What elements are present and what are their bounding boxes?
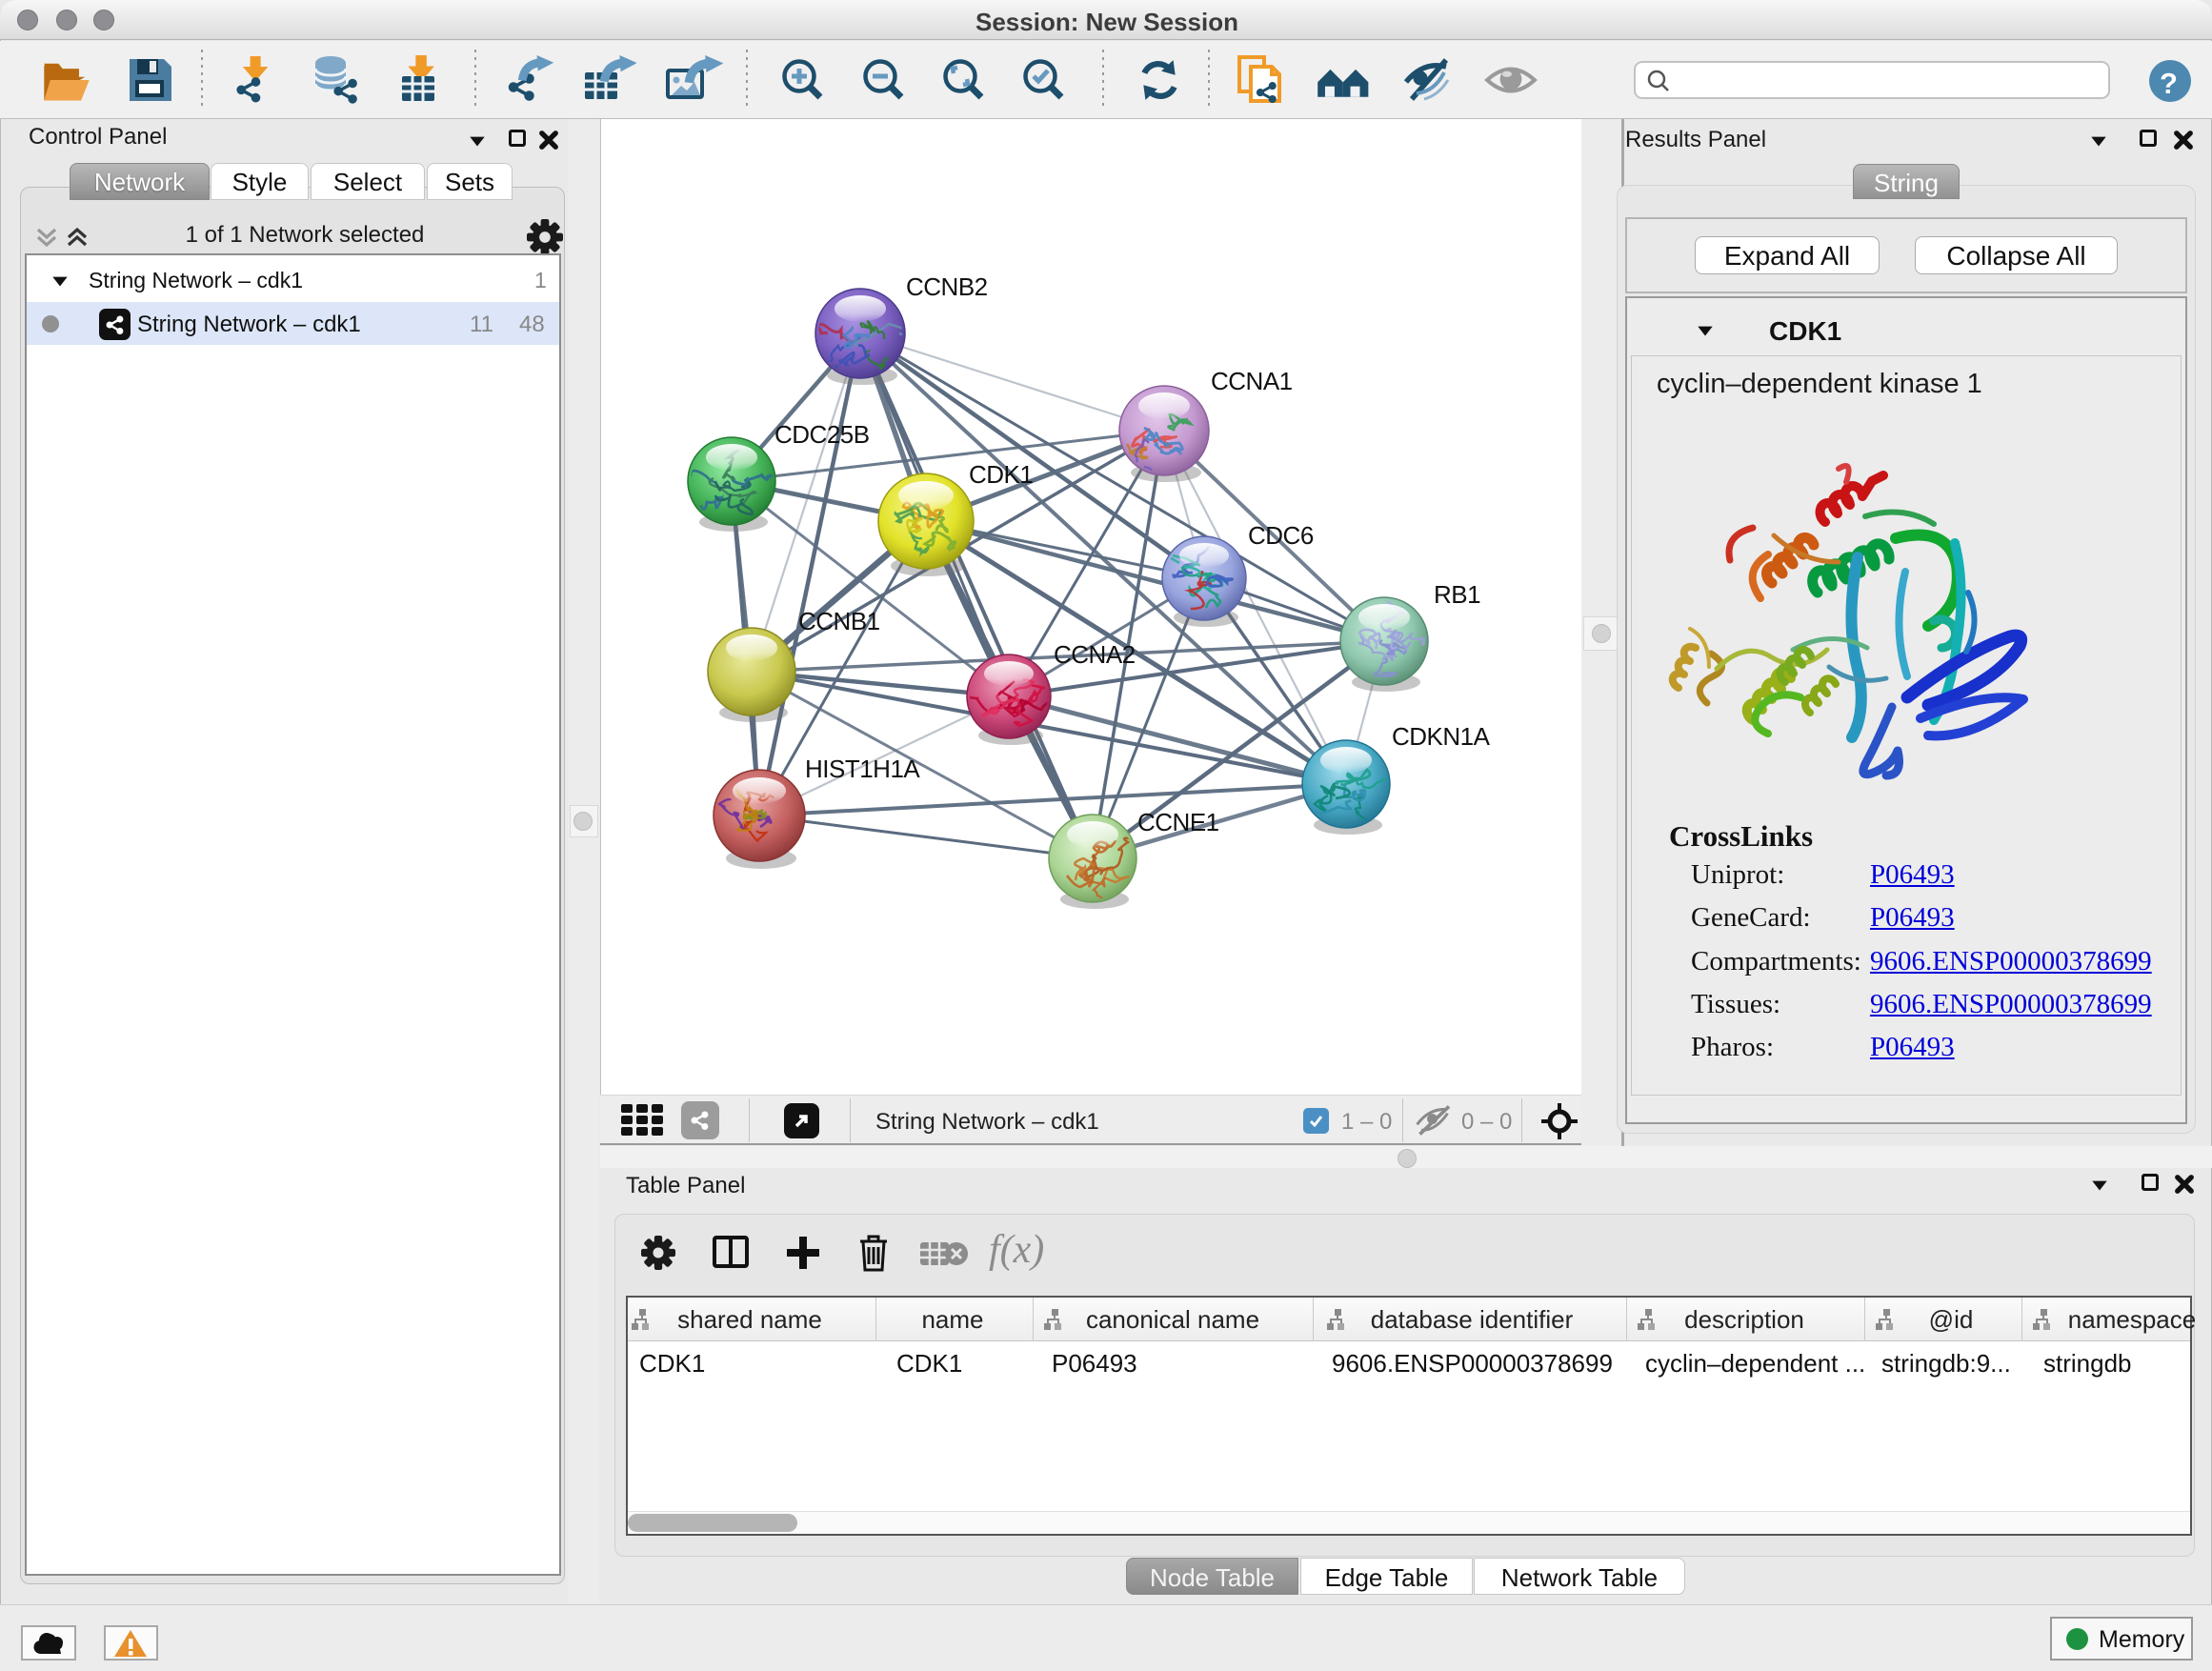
svg-text:CCNB2: CCNB2 [906,272,988,301]
svg-text:CDC6: CDC6 [1248,521,1314,550]
svg-text:CDKN1A: CDKN1A [1392,722,1491,751]
svg-text:CCNE1: CCNE1 [1137,808,1219,836]
svg-text:CCNA2: CCNA2 [1054,640,1136,669]
svg-text:CDC25B: CDC25B [774,420,870,449]
svg-text:RB1: RB1 [1434,580,1480,609]
svg-text:CDK1: CDK1 [969,460,1033,489]
svg-text:CCNB1: CCNB1 [798,607,880,635]
svg-text:HIST1H1A: HIST1H1A [805,755,920,783]
svg-text:CCNA1: CCNA1 [1211,367,1293,395]
